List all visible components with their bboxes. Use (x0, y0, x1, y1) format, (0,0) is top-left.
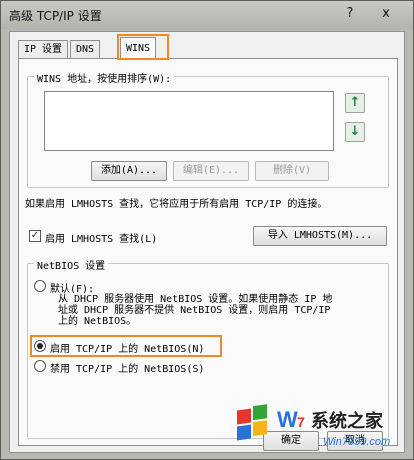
radio-default[interactable] (34, 280, 46, 292)
move-up-button[interactable]: ↑ (345, 93, 365, 113)
wins-group-label: WINS 地址，按使用排序(W): (34, 70, 175, 85)
tab-wins[interactable]: WINS (120, 37, 157, 59)
enable-netbios-label[interactable]: 启用 TCP/IP 上的 NetBIOS(N) (50, 340, 204, 355)
wins-address-group: WINS 地址，按使用排序(W): ↑ ↓ 添加(A)... 编辑(E)... … (27, 70, 389, 188)
dialog-client: IP 设置 DNS WINS WINS 地址，按使用排序(W): ↑ ↓ 添加(… (9, 31, 405, 453)
default-description: 从 DHCP 服务器使用 NetBIOS 设置。如果使用静态 IP 地 址或 D… (58, 294, 332, 327)
disable-netbios-label[interactable]: 禁用 TCP/IP 上的 NetBIOS(S) (50, 360, 204, 375)
netbios-group-label: NetBIOS 设置 (34, 257, 109, 272)
close-button[interactable]: x (375, 4, 397, 24)
default-desc-line1: 从 DHCP 服务器使用 NetBIOS 设置。如果使用静态 IP 地 (58, 294, 333, 305)
add-button[interactable]: 添加(A)... (91, 161, 167, 181)
delete-button[interactable]: 删除(V) (255, 161, 329, 181)
watermark-brand: 系统之家 (311, 410, 384, 432)
windows-flag-icon: W 7 系统之家 Win7999.com (237, 404, 390, 448)
watermark-url: Win7999.com (323, 436, 390, 448)
title-bar[interactable]: 高级 TCP/IP 设置 ? x (1, 1, 413, 29)
default-desc-line3: 上的 NetBIOS。 (58, 316, 137, 327)
import-lmhosts-button[interactable]: 导入 LMHOSTS(M)... (253, 226, 387, 246)
enable-lmhosts-label[interactable]: 启用 LMHOSTS 查找(L) (45, 230, 157, 245)
help-button[interactable]: ? (339, 4, 361, 24)
wins-address-list[interactable] (44, 91, 334, 151)
radio-disable-netbios[interactable] (34, 360, 46, 372)
arrow-down-icon: ↓ (349, 124, 361, 139)
enable-lmhosts-checkbox[interactable]: ✓ (29, 230, 41, 242)
default-desc-line2: 址或 DHCP 服务器不提供 NetBIOS 设置，则启用 TCP/IP (58, 305, 331, 316)
radio-enable-netbios[interactable] (34, 340, 46, 352)
tab-dns[interactable]: DNS (70, 40, 101, 58)
svg-text:7: 7 (297, 414, 305, 430)
lmhosts-note: 如果启用 LMHOSTS 查找，它将应用于所有启用 TCP/IP 的连接。 (25, 199, 328, 210)
window-title: 高级 TCP/IP 设置 (9, 9, 102, 23)
watermark-logo: W 7 系统之家 Win7999.com (233, 397, 414, 453)
edit-button[interactable]: 编辑(E)... (173, 161, 249, 181)
move-down-button[interactable]: ↓ (345, 122, 365, 142)
wins-panel: WINS 地址，按使用排序(W): ↑ ↓ 添加(A)... 编辑(E)... … (18, 58, 398, 446)
default-label[interactable]: 默认(F): (50, 280, 94, 295)
arrow-up-icon: ↑ (349, 95, 361, 110)
svg-text:W: W (277, 407, 298, 432)
advanced-tcpip-dialog: 高级 TCP/IP 设置 ? x IP 设置 DNS WINS WINS 地址，… (0, 0, 414, 460)
checkmark-icon: ✓ (30, 230, 40, 241)
tab-ip-settings[interactable]: IP 设置 (18, 40, 69, 58)
